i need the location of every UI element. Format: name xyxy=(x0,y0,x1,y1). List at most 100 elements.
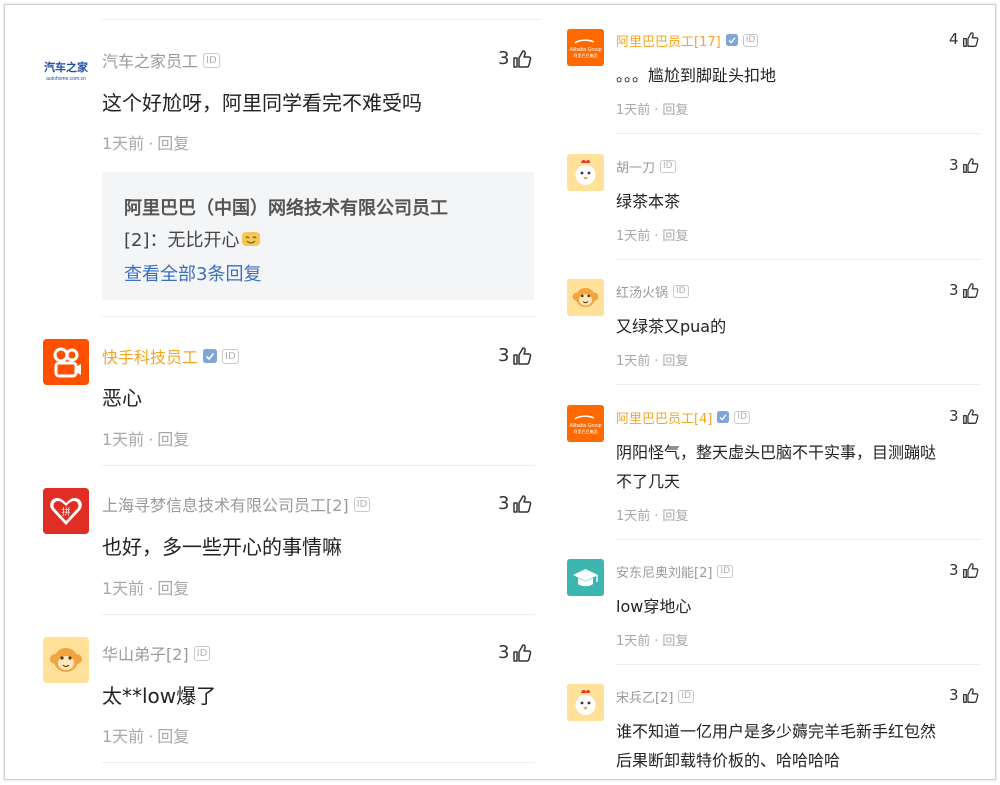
like-button[interactable]: 3 xyxy=(949,407,979,425)
like-button[interactable]: 4 xyxy=(949,30,979,48)
author-name[interactable]: 宋兵乙[2] ID xyxy=(616,687,695,706)
id-badge-icon: ID xyxy=(734,410,751,424)
like-count: 3 xyxy=(498,642,510,663)
reply-button[interactable]: 回复 xyxy=(662,509,688,524)
divider xyxy=(102,614,535,615)
reply-button[interactable]: 回复 xyxy=(662,354,688,369)
comment-text: low穿地心 xyxy=(616,597,692,616)
autohome-logo-text: 汽车之家 xyxy=(44,60,89,74)
comment-meta: 1天前 · 回复 xyxy=(616,229,689,244)
comment-time: 1天前 xyxy=(102,579,145,598)
author-name-text[interactable]: 阿里巴巴员工[4] xyxy=(616,408,712,427)
reply-button[interactable]: 回复 xyxy=(157,579,189,598)
comment-time: 1天前 xyxy=(616,354,651,369)
comment-meta: 1天前 · 回复 xyxy=(102,430,190,449)
monkey-avatar[interactable] xyxy=(567,279,604,316)
thumbs-up-icon xyxy=(513,494,532,513)
reply-button[interactable]: 回复 xyxy=(157,727,189,746)
like-button[interactable]: 3 xyxy=(949,156,979,174)
author-name[interactable]: 上海寻梦信息技术有限公司员工[2] ID xyxy=(102,492,371,516)
thumbs-up-icon xyxy=(962,408,978,424)
pinduoduo-logo-avatar[interactable]: 拼 xyxy=(43,488,89,534)
monkey-avatar[interactable] xyxy=(43,637,89,683)
comment-text-line: 不了几天 xyxy=(616,472,681,491)
reply-button[interactable]: 回复 xyxy=(662,103,688,118)
like-button[interactable]: 3 xyxy=(498,642,532,663)
happy-emoji-icon xyxy=(241,232,260,246)
author-name-text[interactable]: 快手科技员工 xyxy=(102,344,198,368)
comment-text: 太**low爆了 xyxy=(102,684,217,708)
like-button[interactable]: 3 xyxy=(498,345,532,366)
comment-time: 1天前 xyxy=(616,509,651,524)
author-name-text[interactable]: 上海寻梦信息技术有限公司员工[2] xyxy=(102,492,349,516)
author-name[interactable]: 汽车之家员工 ID xyxy=(102,49,220,71)
thumbs-up-icon xyxy=(962,157,978,173)
view-all-replies-link[interactable]: 查看全部3条回复 xyxy=(124,260,261,286)
sub-reply-author[interactable]: 阿里巴巴（中国）网络技术有限公司员工 xyxy=(124,194,448,220)
like-button[interactable]: 3 xyxy=(949,686,979,704)
verified-badge-icon xyxy=(717,411,730,423)
graduation-cap-avatar[interactable] xyxy=(567,559,604,596)
alibaba-logo-subtext: 阿里巴巴集团 xyxy=(574,52,598,58)
autohome-logo-avatar[interactable]: 汽车之家 autohome.com.cn xyxy=(43,47,89,93)
comment-meta: 1天前 · 回复 xyxy=(102,579,190,598)
like-button[interactable]: 3 xyxy=(949,561,979,579)
like-count: 3 xyxy=(949,561,959,579)
author-name[interactable]: 快手科技员工 ID xyxy=(102,345,239,367)
thumbs-up-icon xyxy=(962,282,978,298)
author-name-text[interactable]: 阿里巴巴员工[17] xyxy=(616,31,721,50)
author-name[interactable]: 安东尼奥刘能[2] ID xyxy=(616,562,734,581)
author-name-text[interactable]: 华山弟子[2] xyxy=(102,641,189,665)
author-name[interactable]: 阿里巴巴员工[4] ID xyxy=(616,408,751,427)
id-badge-icon: ID xyxy=(678,689,695,703)
comment-meta: 1天前 · 回复 xyxy=(102,134,190,153)
verified-badge-icon xyxy=(203,349,218,363)
like-count: 3 xyxy=(498,48,510,69)
id-badge-icon: ID xyxy=(222,348,239,364)
author-name-text[interactable]: 宋兵乙[2] xyxy=(616,687,673,706)
chicken-avatar[interactable] xyxy=(567,684,604,721)
pinduoduo-logo-text: 拼 xyxy=(61,506,70,518)
divider xyxy=(102,465,535,466)
like-button[interactable]: 3 xyxy=(498,48,532,69)
comment-time: 1天前 xyxy=(616,103,651,118)
author-name-text[interactable]: 红汤火锅 xyxy=(616,282,668,301)
comment-meta: 1天前 · 回复 xyxy=(616,509,689,524)
sub-reply-text: [2]：无比开心 xyxy=(124,226,261,252)
comment-time: 1天前 xyxy=(102,430,145,449)
like-button[interactable]: 3 xyxy=(498,493,532,514)
author-name-text[interactable]: 胡一刀 xyxy=(616,157,655,176)
comment-time: 1天前 xyxy=(102,727,145,746)
author-name[interactable]: 胡一刀 ID xyxy=(616,157,676,176)
like-count: 3 xyxy=(498,493,510,514)
like-button[interactable]: 3 xyxy=(949,281,979,299)
verified-badge-icon xyxy=(725,34,738,46)
author-name[interactable]: 华山弟子[2] ID xyxy=(102,641,211,665)
autohome-logo-subtext: autohome.com.cn xyxy=(46,76,86,82)
reply-button[interactable]: 回复 xyxy=(662,229,688,244)
reply-button[interactable]: 回复 xyxy=(157,430,189,449)
divider xyxy=(616,133,981,134)
comment-time: 1天前 xyxy=(102,134,145,153)
reply-button[interactable]: 回复 xyxy=(157,134,189,153)
divider xyxy=(616,259,981,260)
author-name-text[interactable]: 安东尼奥刘能[2] xyxy=(616,562,712,581)
alibaba-logo-avatar[interactable]: Alibaba Group 阿里巴巴集团 xyxy=(567,405,604,442)
divider xyxy=(102,762,535,763)
comment-time: 1天前 xyxy=(616,229,651,244)
comment-text-line: 阴阳怪气，整天虚头巴脑不干实事，目测蹦哒 xyxy=(616,443,937,462)
divider xyxy=(102,316,535,317)
chicken-avatar[interactable] xyxy=(567,154,604,191)
kuaishou-logo-avatar[interactable] xyxy=(43,339,89,385)
alibaba-logo-avatar[interactable]: Alibaba Group 阿里巴巴集团 xyxy=(567,29,604,66)
id-badge-icon: ID xyxy=(673,284,689,298)
divider xyxy=(101,19,541,20)
author-name[interactable]: 阿里巴巴员工[17] ID xyxy=(616,31,759,50)
comment-text: 这个好尬呀，阿里同学看完不难受吗 xyxy=(102,91,422,115)
author-name-text[interactable]: 汽车之家员工 xyxy=(102,48,198,72)
reply-button[interactable]: 回复 xyxy=(662,634,688,649)
author-name[interactable]: 红汤火锅 ID xyxy=(616,282,689,301)
thumbs-up-icon xyxy=(962,562,978,578)
id-badge-icon: ID xyxy=(353,496,371,512)
like-count: 3 xyxy=(498,345,510,366)
